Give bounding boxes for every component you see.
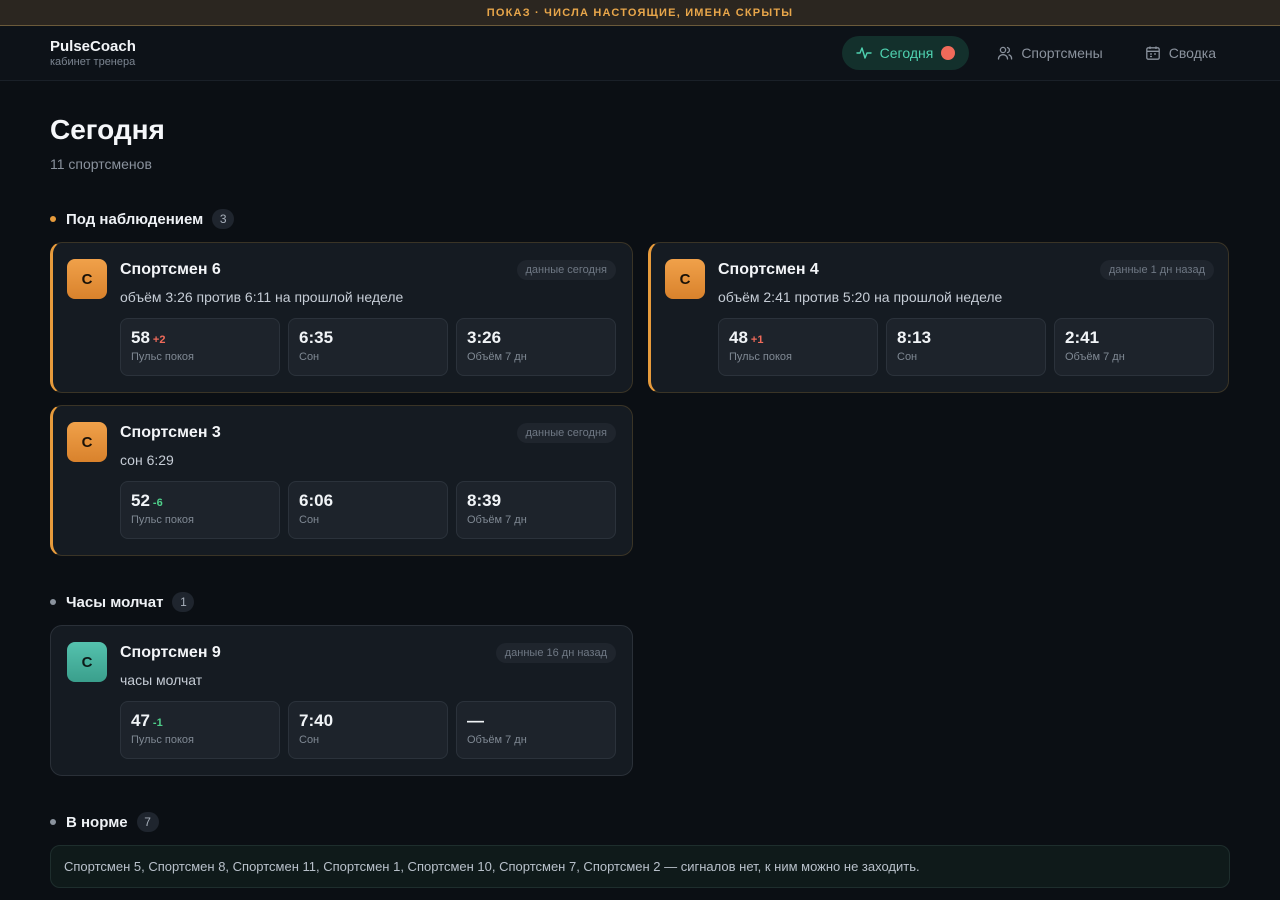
metric-resting-hr: 48 +1 Пульс покоя	[718, 318, 878, 376]
normal-athletes-summary: Спортсмен 5, Спортсмен 8, Спортсмен 11, …	[50, 845, 1230, 888]
metric-label: Пульс покоя	[729, 351, 792, 363]
calendar-icon	[1145, 46, 1160, 60]
avatar: С	[67, 642, 107, 682]
athlete-name: Спортсмен 4	[718, 261, 819, 278]
athlete-card[interactable]: С Спортсмен 6 данные сегодня объём 3:26 …	[50, 242, 633, 393]
metric-label: Сон	[299, 514, 320, 526]
athlete-name: Спортсмен 9	[120, 644, 221, 661]
athlete-note: объём 2:41 против 5:20 на прошлой неделе	[718, 289, 1003, 305]
notification-dot	[941, 46, 956, 60]
metric-label: Объём 7 дн	[467, 734, 527, 746]
athlete-name: Спортсмен 6	[120, 261, 221, 278]
metric-sleep: 8:13 Сон	[886, 318, 1046, 376]
avatar: С	[67, 259, 107, 299]
metric-value: 6:35	[299, 328, 334, 347]
section-title: Часы молчат	[66, 593, 164, 611]
main-nav: Сегодня Спортсмены Сводка	[841, 36, 1230, 70]
metric-resting-hr: 47 -1 Пульс покоя	[120, 701, 280, 759]
metric-volume: 8:39 Объём 7 дн	[456, 481, 616, 539]
metric-value: 8:13	[897, 328, 932, 347]
metric-delta: -6	[152, 497, 163, 509]
data-freshness-badge: данные сегодня	[516, 260, 616, 280]
section-status-dot	[50, 599, 56, 605]
metric-sleep: 6:06 Сон	[288, 481, 448, 539]
pulse-icon	[855, 47, 872, 59]
metric-volume: 3:26 Объём 7 дн	[456, 318, 616, 376]
data-freshness-badge: данные 16 дн назад	[495, 643, 616, 663]
nav-athletes-label: Спортсмены	[1021, 45, 1103, 61]
metric-volume: — Объём 7 дн	[456, 701, 616, 759]
brand: PulseCoach кабинет тренера	[50, 38, 136, 68]
watch-cards-grid: С Спортсмен 6 данные сегодня объём 3:26 …	[50, 242, 1230, 556]
athlete-card[interactable]: С Спортсмен 4 данные 1 дн назад объём 2:…	[648, 242, 1229, 393]
demo-banner: ПОКАЗ · ЧИСЛА НАСТОЯЩИЕ, ИМЕНА СКРЫТЫ	[0, 0, 1280, 26]
section-normal-header: В норме 7	[50, 812, 1230, 832]
nav-today-label: Сегодня	[879, 45, 934, 61]
metric-label: Пульс покоя	[131, 351, 194, 363]
brand-subtitle: кабинет тренера	[50, 56, 136, 68]
nav-today[interactable]: Сегодня	[841, 36, 970, 70]
metric-delta: +1	[750, 334, 764, 346]
users-icon	[998, 46, 1013, 60]
metric-resting-hr: 52 -6 Пульс покоя	[120, 481, 280, 539]
page-subtitle: 11 спортсменов	[50, 156, 152, 172]
section-status-dot	[50, 216, 56, 222]
section-count-badge: 1	[172, 592, 195, 612]
metric-label: Объём 7 дн	[467, 351, 527, 363]
metric-value: 3:26	[467, 328, 502, 347]
metric-label: Объём 7 дн	[1065, 351, 1125, 363]
section-count-badge: 3	[212, 209, 235, 229]
metric-resting-hr: 58 +2 Пульс покоя	[120, 318, 280, 376]
athlete-card[interactable]: С Спортсмен 9 данные 16 дн назад часы мо…	[50, 625, 633, 776]
metric-value: —	[467, 711, 484, 730]
metric-sleep: 7:40 Сон	[288, 701, 448, 759]
top-bar: PulseCoach кабинет тренера Сегодня Спорт…	[0, 26, 1280, 81]
metric-label: Сон	[897, 351, 918, 363]
metric-value: 58	[131, 328, 150, 347]
metric-value: 8:39	[467, 491, 502, 510]
section-title: В норме	[66, 813, 128, 831]
metric-value: 2:41	[1065, 328, 1100, 347]
athlete-card[interactable]: С Спортсмен 3 данные сегодня сон 6:29 52…	[50, 405, 633, 556]
section-status-dot	[50, 819, 56, 825]
metric-value: 48	[729, 328, 748, 347]
page-title: Сегодня	[50, 114, 165, 145]
athlete-note: сон 6:29	[120, 452, 174, 468]
avatar: С	[67, 422, 107, 462]
metric-value: 52	[131, 491, 150, 510]
metric-value: 6:06	[299, 491, 334, 510]
metric-label: Объём 7 дн	[467, 514, 527, 526]
nav-summary[interactable]: Сводка	[1131, 36, 1230, 70]
metric-value: 47	[131, 711, 150, 730]
section-silent-header: Часы молчат 1	[50, 592, 1230, 612]
metric-label: Пульс покоя	[131, 514, 194, 526]
main-content: Сегодня 11 спортсменов Под наблюдением 3…	[0, 114, 1280, 888]
metric-sleep: 6:35 Сон	[288, 318, 448, 376]
athlete-name: Спортсмен 3	[120, 424, 221, 441]
brand-name: PulseCoach	[50, 38, 136, 55]
nav-athletes[interactable]: Спортсмены	[983, 36, 1116, 70]
metric-value: 7:40	[299, 711, 334, 730]
athlete-note: часы молчат	[120, 672, 203, 688]
metric-volume: 2:41 Объём 7 дн	[1054, 318, 1214, 376]
metric-label: Пульс покоя	[131, 734, 194, 746]
nav-summary-label: Сводка	[1168, 45, 1216, 61]
section-title: Под наблюдением	[66, 210, 204, 228]
metric-label: Сон	[299, 351, 320, 363]
metric-delta: +2	[152, 334, 166, 346]
athlete-note: объём 3:26 против 6:11 на прошлой неделе	[120, 289, 404, 305]
data-freshness-badge: данные 1 дн назад	[1099, 260, 1214, 280]
data-freshness-badge: данные сегодня	[516, 423, 616, 443]
avatar: С	[665, 259, 705, 299]
section-watch-header: Под наблюдением 3	[50, 209, 1230, 229]
section-count-badge: 7	[136, 812, 159, 832]
metric-label: Сон	[299, 734, 320, 746]
metric-delta: -1	[152, 717, 163, 729]
